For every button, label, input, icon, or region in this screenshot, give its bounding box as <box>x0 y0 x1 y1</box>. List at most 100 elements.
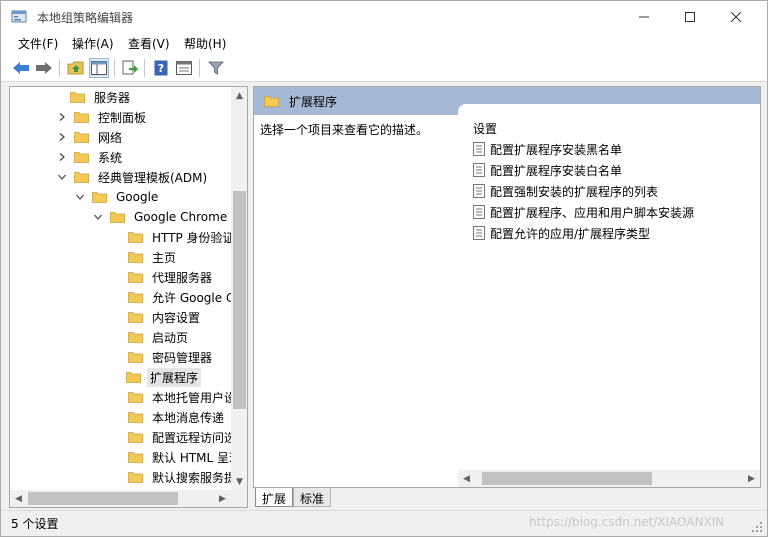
policy-setting-item[interactable]: 配置强制安装的扩展程序的列表 <box>473 182 658 200</box>
resize-grip-icon[interactable] <box>751 521 763 533</box>
expand-chevron-icon[interactable] <box>56 131 68 143</box>
details-horizontal-scroll-thumb[interactable] <box>482 472 652 485</box>
show-hide-tree-button[interactable] <box>89 58 109 78</box>
toolbar-separator <box>144 59 145 77</box>
collapse-chevron-icon[interactable] <box>74 191 86 203</box>
menu-file[interactable]: 文件(F) <box>18 35 58 52</box>
tree-item[interactable]: 控制面板 <box>56 107 149 127</box>
tree-item[interactable]: 默认 HTML 呈现 <box>128 447 244 467</box>
menu-help[interactable]: 帮助(H) <box>184 35 226 52</box>
scroll-up-icon[interactable]: ▲ <box>231 87 247 104</box>
tree-item[interactable]: Google <box>74 187 161 207</box>
tree-item-label: 代理服务器 <box>152 270 213 285</box>
tree-item[interactable]: 默认搜索服务提 <box>128 467 239 487</box>
up-level-button[interactable] <box>66 58 86 78</box>
folder-icon <box>128 472 143 483</box>
policy-setting-label: 配置扩展程序安装黑名单 <box>490 142 623 157</box>
tree-item[interactable]: 配置远程访问选 <box>128 427 239 447</box>
expand-chevron-icon[interactable] <box>56 151 68 163</box>
help-icon: ? <box>154 60 168 76</box>
policy-setting-item[interactable]: 配置扩展程序安装黑名单 <box>473 140 622 158</box>
tree-item[interactable]: HTTP 身份验证 <box>128 227 238 247</box>
tree-item[interactable]: 本地消息传递 <box>128 407 227 427</box>
collapse-chevron-icon[interactable] <box>92 211 104 223</box>
folder-icon <box>126 372 141 383</box>
folder-icon <box>74 112 89 123</box>
help-button[interactable]: ? <box>151 58 171 78</box>
maximize-icon <box>685 11 695 22</box>
scroll-left-icon[interactable]: ◀ <box>458 470 475 487</box>
details-horizontal-scrollbar[interactable]: ◀ ▶ <box>458 470 760 487</box>
folder-icon <box>128 412 143 423</box>
tree-item-label: 默认搜索服务提 <box>152 470 237 485</box>
folder-icon <box>128 332 143 343</box>
maximize-button[interactable] <box>667 1 713 32</box>
tree-item[interactable]: 网络 <box>56 127 125 147</box>
tree-item-label: 控制面板 <box>98 110 147 125</box>
policy-setting-label: 配置扩展程序安装白名单 <box>490 163 623 178</box>
properties-view-button[interactable] <box>174 58 194 78</box>
scroll-right-icon[interactable]: ▶ <box>214 490 231 507</box>
tree-item[interactable]: 启动页 <box>128 327 191 347</box>
folder-icon <box>264 96 279 107</box>
policy-setting-icon <box>473 226 485 240</box>
tree-item-label: 内容设置 <box>152 310 201 325</box>
tree-horizontal-scrollbar[interactable]: ◀ ▶ <box>10 490 231 507</box>
title-bar: 本地组策略编辑器 <box>1 1 767 32</box>
tree-horizontal-scroll-thumb[interactable] <box>28 492 178 505</box>
folder-icon <box>128 312 143 323</box>
tree-item[interactable]: 系统 <box>56 147 125 167</box>
tree-item[interactable]: 代理服务器 <box>128 267 215 287</box>
tree-item[interactable]: 内容设置 <box>128 307 203 327</box>
tree-item[interactable]: Google Chrome <box>92 207 230 227</box>
expand-chevron-icon[interactable] <box>56 111 68 123</box>
toolbar-separator <box>199 59 200 77</box>
tree-vertical-scrollbar[interactable]: ▲ ▼ <box>231 87 247 490</box>
menu-action[interactable]: 操作(A) <box>72 35 114 52</box>
minimize-icon <box>639 16 649 17</box>
tree-item[interactable]: 服务器 <box>70 87 133 107</box>
tree-item[interactable]: 本地托管用户设 <box>128 387 239 407</box>
policy-setting-item[interactable]: 配置扩展程序安装白名单 <box>473 161 622 179</box>
folder-icon <box>70 92 85 103</box>
export-icon <box>122 60 138 75</box>
tab-standard[interactable]: 标准 <box>293 488 332 507</box>
menu-bar: 文件(F) 操作(A) 查看(V) 帮助(H) <box>1 32 767 54</box>
back-arrow-icon <box>13 62 29 74</box>
close-button[interactable] <box>713 1 759 32</box>
export-list-button[interactable] <box>120 58 140 78</box>
scroll-right-icon[interactable]: ▶ <box>743 470 760 487</box>
tree-item-label: 允许 Google C <box>152 290 235 305</box>
settings-column-header[interactable]: 设置 <box>473 120 497 137</box>
folder-icon <box>128 432 143 443</box>
tree-item-label: 网络 <box>98 130 123 145</box>
tree-item[interactable]: 允许 Google C <box>128 287 237 307</box>
details-pane: 扩展程序 选择一个项目来查看它的描述。 设置 配置扩展程序安装黑名单 配置扩展程序… <box>253 86 761 488</box>
filter-button[interactable] <box>206 58 226 78</box>
menu-view[interactable]: 查看(V) <box>128 35 170 52</box>
tree-item-label: 经典管理模板(ADM) <box>98 170 208 185</box>
tree-vertical-scroll-thumb[interactable] <box>233 191 246 409</box>
tab-extended[interactable]: 扩展 <box>255 488 294 507</box>
minimize-button[interactable] <box>621 1 667 32</box>
filter-icon <box>208 61 224 75</box>
policy-setting-item[interactable]: 配置扩展程序、应用和用户脚本安装源 <box>473 203 694 221</box>
tree-item[interactable]: 经典管理模板(ADM) <box>56 167 210 187</box>
folder-icon <box>128 292 143 303</box>
forward-button[interactable] <box>34 58 54 78</box>
view-tabs: 扩展 标准 <box>253 488 761 508</box>
policy-setting-icon <box>473 184 485 198</box>
scroll-down-icon[interactable]: ▼ <box>231 473 247 490</box>
tree-item[interactable]: 主页 <box>128 247 179 267</box>
policy-setting-item[interactable]: 配置允许的应用/扩展程序类型 <box>473 224 650 242</box>
tree-item[interactable]: 密码管理器 <box>128 347 215 367</box>
console-tree-icon <box>91 61 107 75</box>
folder-icon <box>128 452 143 463</box>
collapse-chevron-icon[interactable] <box>56 171 68 183</box>
back-button[interactable] <box>11 58 31 78</box>
folder-icon <box>92 192 107 203</box>
policy-setting-label: 配置扩展程序、应用和用户脚本安装源 <box>490 205 695 220</box>
tree-item[interactable]: 扩展程序 <box>126 367 202 387</box>
policy-setting-icon <box>473 142 485 156</box>
scroll-left-icon[interactable]: ◀ <box>10 490 27 507</box>
